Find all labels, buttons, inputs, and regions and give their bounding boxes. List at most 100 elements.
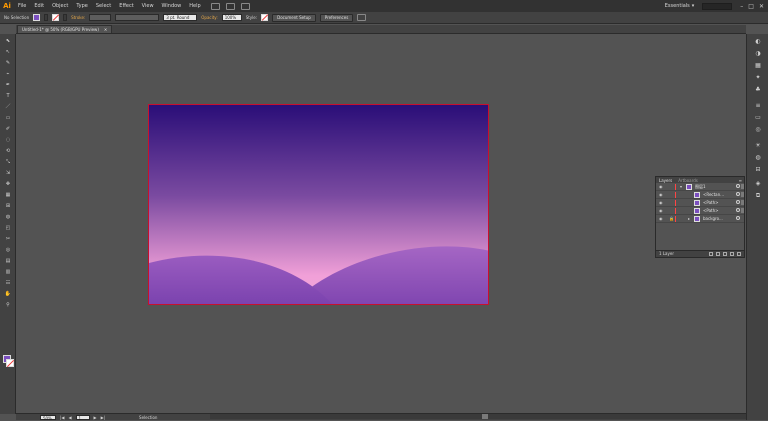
width-tool-icon[interactable]: ⇲ — [4, 170, 12, 176]
eye-icon[interactable]: ◉ — [659, 200, 664, 205]
stroke-panel-icon[interactable]: ≡ — [754, 102, 762, 109]
maximize-icon[interactable]: □ — [748, 3, 754, 10]
search-input[interactable] — [702, 2, 733, 10]
selection-indicator[interactable] — [741, 192, 744, 197]
layer-name[interactable]: <Path> — [703, 208, 719, 214]
menu-select[interactable]: Select — [92, 3, 115, 9]
fill-dropdown[interactable] — [44, 14, 49, 21]
rectangle-tool-icon[interactable]: ▭ — [4, 115, 12, 121]
layer-row[interactable]: ◉ <Rectan... — [656, 191, 744, 199]
make-clipping-mask-icon[interactable] — [716, 252, 720, 256]
magic-wand-tool-icon[interactable]: ✎ — [4, 60, 12, 66]
gradient-panel-icon[interactable]: ▭ — [754, 114, 762, 121]
layer-row[interactable]: ◉ <Path> — [656, 207, 744, 215]
target-icon[interactable] — [736, 200, 740, 204]
layer-row[interactable]: ◉ ▾ 图层1 — [656, 183, 744, 191]
stroke-label[interactable]: Stroke: — [71, 15, 85, 20]
gpu-performance-icon[interactable] — [240, 2, 250, 10]
menu-file[interactable]: File — [14, 3, 30, 9]
pencil-tool-icon[interactable]: ✐ — [4, 126, 12, 132]
menu-type[interactable]: Type — [72, 3, 91, 9]
gradient-tool-icon[interactable]: ◰ — [4, 225, 12, 231]
blend-tool-icon[interactable]: ◎ — [4, 247, 12, 253]
transparency-icon[interactable]: ◎ — [754, 126, 762, 133]
new-layer-icon[interactable] — [730, 252, 734, 256]
eyedropper-tool-icon[interactable]: ✂ — [4, 236, 12, 242]
eye-icon[interactable]: ◉ — [659, 216, 664, 221]
bridge-icon[interactable] — [210, 2, 220, 10]
blob-brush-tool-icon[interactable]: ◌ — [4, 137, 12, 143]
layer-name[interactable]: <Rectan... — [703, 192, 724, 198]
mesh-tool-icon[interactable]: ◍ — [4, 214, 12, 220]
perspective-grid-tool-icon[interactable]: ⊞ — [4, 203, 12, 209]
tab-artboards[interactable]: Artboards — [675, 178, 701, 183]
menu-help[interactable]: Help — [185, 3, 204, 9]
document-setup-button[interactable]: Document Setup — [272, 13, 316, 22]
arrange-icon[interactable] — [357, 14, 367, 21]
eye-icon[interactable]: ◉ — [659, 184, 664, 189]
style-swatch[interactable] — [261, 14, 269, 21]
tab-layers[interactable]: Layers — [656, 178, 675, 183]
appearance-icon[interactable]: ☀ — [754, 142, 762, 149]
eye-icon[interactable]: ◉ — [659, 192, 664, 197]
swatches-icon[interactable]: ▦ — [754, 62, 762, 69]
menu-view[interactable]: View — [138, 3, 158, 9]
stroke-weight-field[interactable] — [89, 14, 112, 21]
align-icon[interactable]: ⊟ — [754, 166, 762, 173]
menu-edit[interactable]: Edit — [30, 3, 48, 9]
chevron-down-icon[interactable]: ▾ — [680, 184, 682, 189]
pen-tool-icon[interactable]: ✒ — [4, 82, 12, 88]
type-tool-icon[interactable]: T — [4, 93, 12, 99]
previous-artboard-icon[interactable]: ◀ — [68, 415, 71, 420]
artboard-number-field[interactable]: 1 — [75, 414, 90, 421]
menu-object[interactable]: Object — [48, 3, 72, 9]
menu-window[interactable]: Window — [158, 3, 186, 9]
close-icon[interactable]: ✕ — [759, 3, 764, 10]
delete-layer-icon[interactable] — [737, 252, 741, 256]
current-tool-status[interactable]: Selection — [139, 415, 157, 420]
panel-menu-icon[interactable]: ≡ — [739, 178, 742, 183]
workspace-switcher[interactable]: Essentials ▾ — [665, 3, 695, 9]
fill-swatch[interactable] — [33, 14, 41, 21]
selection-indicator[interactable] — [741, 200, 744, 205]
variable-width-profile[interactable] — [115, 14, 160, 21]
locate-object-icon[interactable] — [709, 252, 713, 256]
free-transform-tool-icon[interactable]: ✥ — [4, 181, 12, 187]
close-icon[interactable]: ✕ — [104, 26, 107, 33]
stroke-swatch[interactable] — [52, 14, 60, 21]
direct-selection-tool-icon[interactable]: ↖ — [4, 49, 12, 55]
chevron-right-icon[interactable]: ▸ — [688, 216, 690, 221]
preferences-button[interactable]: Preferences — [319, 13, 354, 22]
lasso-tool-icon[interactable]: ⌁ — [4, 71, 12, 77]
selection-indicator[interactable] — [741, 208, 744, 213]
shape-builder-tool-icon[interactable]: ▦ — [4, 192, 12, 198]
layer-name[interactable]: 图层1 — [695, 184, 706, 190]
selection-tool-icon[interactable]: ⬉ — [4, 38, 12, 44]
graphic-styles-icon[interactable]: ◍ — [754, 154, 762, 161]
lock-icon[interactable]: 🔒 — [669, 216, 674, 221]
color-guide-icon[interactable]: ◑ — [754, 50, 762, 57]
brushes-icon[interactable]: ✦ — [754, 74, 762, 81]
minimize-icon[interactable]: – — [740, 3, 743, 10]
layer-name[interactable]: <Path> — [703, 200, 719, 206]
zoom-field[interactable]: 50% — [40, 414, 56, 421]
last-artboard-icon[interactable]: ▶| — [101, 415, 105, 420]
stroke-color-box[interactable] — [6, 359, 14, 367]
selection-indicator[interactable] — [741, 184, 744, 189]
zoom-tool-icon[interactable]: ⚲ — [4, 302, 12, 308]
artboard[interactable] — [148, 104, 489, 305]
menu-effect[interactable]: Effect — [115, 3, 137, 9]
layer-name[interactable]: backgro... — [703, 216, 723, 222]
artboards-panel-icon[interactable]: ⧉ — [754, 192, 762, 199]
document-tab[interactable]: Untitled-1* @ 50% (RGB/GPU Preview) ✕ — [17, 25, 113, 33]
brush-definition[interactable]: 3 pt. Round — [163, 14, 198, 21]
opacity-field[interactable]: 100% — [221, 14, 242, 21]
scrollbar-thumb[interactable] — [482, 414, 488, 419]
target-icon[interactable] — [736, 208, 740, 212]
layer-row[interactable]: ◉ 🔒 ▸ backgro... — [656, 215, 744, 223]
arrange-documents-icon[interactable] — [225, 2, 235, 10]
eye-icon[interactable]: ◉ — [659, 208, 664, 213]
symbol-sprayer-tool-icon[interactable]: ▤ — [4, 258, 12, 264]
scale-tool-icon[interactable]: ⤡ — [4, 159, 12, 165]
layers-panel-icon[interactable]: ◈ — [754, 180, 762, 187]
